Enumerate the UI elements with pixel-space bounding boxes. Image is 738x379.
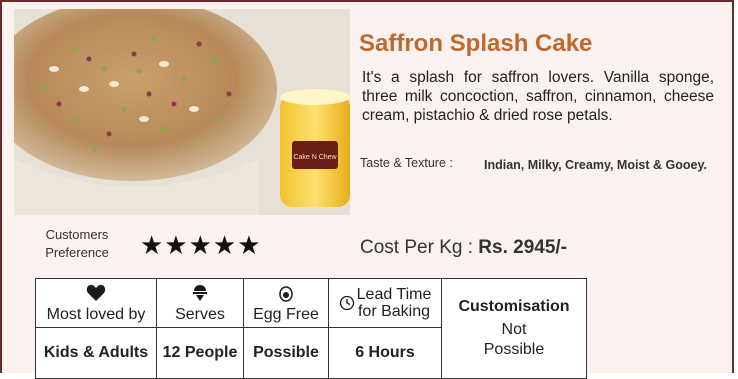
value-serves: 12 People [156, 327, 244, 379]
customers-preference-label: Customers Preference [32, 226, 122, 262]
header-serves-label: Serves [175, 305, 225, 323]
customisation-cell: Customisation Not Possible [441, 278, 587, 379]
customisation-value-line2: Possible [483, 340, 545, 358]
heart-icon [36, 284, 156, 306]
header-egg-free-label: Egg Free [253, 305, 319, 323]
product-description: It's a splash for saffron lovers. Vanill… [362, 69, 714, 124]
cost-per-kg: Cost Per Kg : Rs. 2945/- [360, 237, 567, 259]
product-card: Cake N Chew Saffron Splash Cake It's a s… [0, 0, 734, 379]
cake-slice-icon [157, 284, 243, 306]
header-egg-free: Egg Free [243, 278, 329, 328]
header-most-loved: Most loved by [35, 278, 157, 328]
info-table: Most loved by Serves Egg Free Lead Time … [35, 278, 587, 379]
pref-label-line2: Preference [45, 245, 109, 260]
clock-icon [339, 295, 355, 311]
header-serves: Serves [156, 278, 244, 328]
header-lead-time: Lead Time for Baking [328, 278, 442, 328]
svg-text:Cake N Chew: Cake N Chew [293, 154, 337, 161]
taste-texture-value: Indian, Milky, Creamy, Moist & Gooey. [484, 158, 707, 172]
product-title: Saffron Splash Cake [359, 30, 593, 57]
pref-label-line1: Customers [45, 227, 109, 242]
egg-icon [244, 284, 328, 306]
value-egg-free: Possible [243, 327, 329, 379]
value-lead-time: 6 Hours [328, 327, 442, 379]
rating-stars: ★★★★★ [140, 230, 262, 260]
cake-photo: Cake N Chew [14, 9, 350, 215]
customisation-title: Customisation [458, 297, 570, 315]
value-most-loved: Kids & Adults [35, 327, 157, 379]
sauce-jar: Cake N Chew [280, 89, 350, 207]
header-lead-time-line1: Lead Time [356, 286, 432, 303]
cost-label: Cost Per Kg : [360, 237, 479, 258]
header-most-loved-label: Most loved by [46, 305, 146, 323]
taste-texture-label: Taste & Texture : [360, 156, 453, 170]
header-lead-time-line2: for Baking [357, 303, 431, 320]
cost-price: Rs. 2945/- [478, 237, 568, 258]
customisation-value-line1: Not [501, 320, 527, 338]
